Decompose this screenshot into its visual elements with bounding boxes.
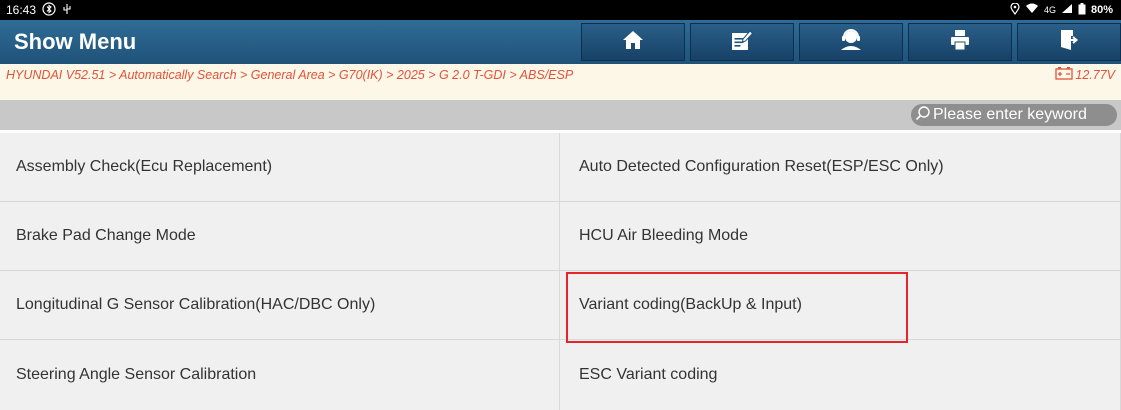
bluetooth-icon bbox=[42, 1, 56, 19]
wifi-icon bbox=[1025, 3, 1039, 17]
app-header: Show Menu bbox=[0, 20, 1121, 64]
status-time: 16:43 bbox=[6, 3, 37, 17]
usb-icon bbox=[62, 3, 72, 18]
edit-button[interactable] bbox=[690, 23, 794, 61]
menu-item-brake-pad-change[interactable]: Brake Pad Change Mode bbox=[0, 202, 560, 270]
search-placeholder: Please enter keyword bbox=[933, 106, 1087, 123]
print-button[interactable] bbox=[908, 23, 1012, 61]
voltage-indicator: 12.77V bbox=[1055, 66, 1115, 83]
location-icon bbox=[1010, 1, 1020, 18]
menu-item-esc-variant-coding[interactable]: ESC Variant coding bbox=[560, 340, 1121, 410]
print-icon bbox=[950, 29, 970, 56]
exit-button[interactable] bbox=[1017, 23, 1121, 61]
breadcrumb: HYUNDAI V52.51 > Automatically Search > … bbox=[0, 64, 1121, 100]
search-input[interactable]: Please enter keyword bbox=[911, 104, 1117, 126]
breadcrumb-path: HYUNDAI V52.51 > Automatically Search > … bbox=[6, 68, 574, 82]
menu-item-steering-angle-calibration[interactable]: Steering Angle Sensor Calibration bbox=[0, 340, 560, 410]
battery-icon bbox=[1078, 2, 1086, 18]
menu-item-auto-detected-config-reset[interactable]: Auto Detected Configuration Reset(ESP/ES… bbox=[560, 133, 1121, 201]
menu-item-hcu-air-bleeding[interactable]: HCU Air Bleeding Mode bbox=[560, 202, 1121, 270]
menu-row: Steering Angle Sensor Calibration ESC Va… bbox=[0, 340, 1121, 410]
toolbar bbox=[581, 23, 1121, 61]
menu-row: Brake Pad Change Mode HCU Air Bleeding M… bbox=[0, 202, 1121, 271]
home-button[interactable] bbox=[581, 23, 685, 61]
menu-row: Assembly Check(Ecu Replacement) Auto Det… bbox=[0, 133, 1121, 202]
car-battery-icon bbox=[1055, 66, 1074, 83]
search-bar: Please enter keyword bbox=[0, 100, 1121, 130]
function-menu: Assembly Check(Ecu Replacement) Auto Det… bbox=[0, 133, 1121, 410]
page-title: Show Menu bbox=[14, 29, 137, 54]
battery-level: 80% bbox=[1090, 4, 1113, 16]
menu-item-longitudinal-g-calibration[interactable]: Longitudinal G Sensor Calibration(HAC/DB… bbox=[0, 271, 560, 339]
menu-item-assembly-check[interactable]: Assembly Check(Ecu Replacement) bbox=[0, 133, 560, 201]
signal-icon bbox=[1061, 3, 1073, 17]
exit-icon bbox=[1059, 29, 1079, 56]
voltage-value: 12.77V bbox=[1075, 67, 1115, 82]
menu-row: Longitudinal G Sensor Calibration(HAC/DB… bbox=[0, 271, 1121, 340]
home-icon bbox=[622, 30, 644, 55]
network-type: 4G bbox=[1043, 5, 1056, 15]
status-bar: 16:43 4G 80% bbox=[0, 0, 1121, 20]
menu-item-variant-coding-backup[interactable]: Variant coding(BackUp & Input) bbox=[560, 271, 1121, 339]
support-button[interactable] bbox=[799, 23, 903, 61]
edit-icon bbox=[731, 29, 754, 56]
search-icon bbox=[915, 105, 931, 126]
user-support-icon bbox=[839, 28, 863, 56]
